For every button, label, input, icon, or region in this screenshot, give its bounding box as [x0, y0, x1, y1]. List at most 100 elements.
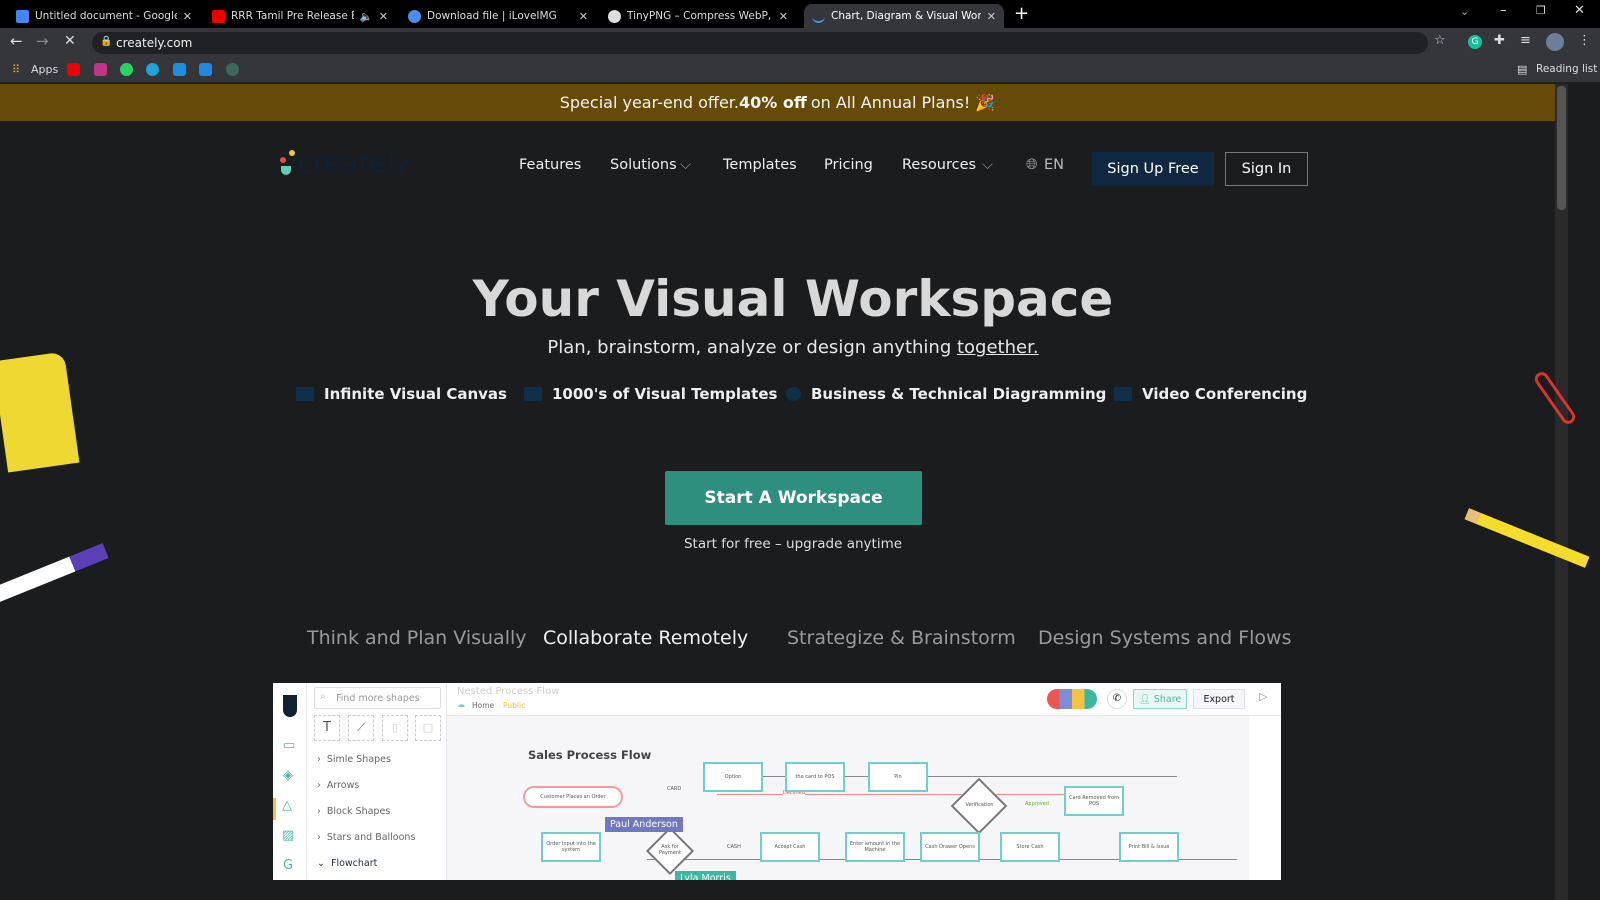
y-bookmark-icon[interactable] [199, 63, 212, 76]
browser-tab-active[interactable]: Chart, Diagram & Visual Workspa✕ [804, 4, 1004, 28]
nav-templates[interactable]: Templates [723, 157, 797, 173]
node-print-bill[interactable]: Print Bill & Issue [1119, 832, 1179, 862]
nav-solutions[interactable]: Solutions [610, 157, 677, 173]
sign-in-button[interactable]: Sign In [1225, 152, 1308, 186]
instagram-bookmark-icon[interactable] [94, 63, 107, 76]
browser-tab[interactable]: Untitled document - Google Doc✕ [8, 4, 200, 28]
node-pin[interactable]: Pin [868, 762, 928, 792]
present-icon[interactable]: ▷ [1259, 690, 1267, 703]
layers-icon[interactable]: ◈ [283, 768, 293, 783]
tab-design-systems[interactable]: Design Systems and Flows [1038, 627, 1292, 649]
export-button[interactable]: Export [1193, 689, 1245, 709]
breadcrumb-home[interactable]: Home [472, 701, 494, 710]
reading-list-button[interactable]: Reading list [1536, 63, 1597, 75]
nav-features[interactable]: Features [519, 157, 581, 173]
close-icon[interactable]: ✕ [987, 10, 996, 23]
menu-icon[interactable]: ⋮ [1578, 33, 1591, 48]
node-card-removed[interactable]: Card Removed from POS [1064, 786, 1124, 816]
node-store-cash[interactable]: Store Cash [1000, 832, 1060, 862]
shapes-icon[interactable]: △ [282, 798, 292, 813]
new-tab-button[interactable]: + [1014, 3, 1029, 24]
image-icon[interactable]: ▨ [282, 828, 294, 843]
start-workspace-button[interactable]: Start A Workspace [665, 471, 922, 525]
library-stars-balloons[interactable]: › Stars and Balloons [317, 832, 415, 843]
grammarly-app-icon[interactable]: G [283, 858, 293, 873]
library-simple-shapes[interactable]: › Simle Shapes [317, 754, 391, 765]
creately-logo-icon[interactable] [280, 150, 296, 180]
library-block-shapes[interactable]: › Block Shapes [317, 806, 390, 817]
creately-logo-text[interactable]: creately [298, 146, 411, 179]
back-icon[interactable]: ← [10, 32, 23, 50]
node-enter-amount[interactable]: Enter amount in the Machine [845, 832, 905, 862]
document-title[interactable]: Nested Process Flow [457, 686, 559, 697]
close-icon[interactable]: ✕ [579, 10, 588, 23]
browser-tab[interactable]: RRR Tamil Pre Release Event🔈✕ [204, 4, 396, 28]
tab-think-plan[interactable]: Think and Plan Visually [307, 627, 527, 649]
close-icon[interactable]: ✕ [779, 10, 788, 23]
library-arrows[interactable]: › Arrows [317, 780, 359, 791]
node-start[interactable]: Customer Places an Order [523, 786, 623, 808]
gear-icon [786, 387, 801, 401]
scrollbar-thumb[interactable] [1557, 86, 1566, 210]
tab-strategize[interactable]: Strategize & Brainstorm [787, 627, 1016, 649]
video-icon [1114, 387, 1132, 401]
android-bookmark-icon[interactable] [226, 63, 239, 76]
grammarly-icon[interactable]: G [1468, 35, 1482, 49]
text-tool[interactable]: T [314, 715, 340, 741]
hero-subtitle: Plan, brainstorm, analyze or design anyt… [547, 337, 1039, 358]
node-ask-payment[interactable]: Ask for Payment [653, 844, 687, 856]
restore-button[interactable]: ❐ [1536, 4, 1546, 17]
feature-item: Business & Technical Diagramming [786, 385, 1106, 403]
speaker-icon[interactable]: 🔈 [360, 10, 373, 23]
nav-pricing[interactable]: Pricing [824, 157, 873, 173]
star-icon[interactable]: ☆ [1434, 33, 1446, 48]
extensions-icon[interactable]: ✚ [1494, 33, 1505, 48]
tinypng-icon [608, 9, 621, 23]
together-link[interactable]: together. [957, 337, 1039, 358]
stop-icon[interactable]: ✕ [64, 33, 76, 49]
play-bookmark-icon[interactable] [146, 63, 159, 76]
node-cash-drawer[interactable]: Cash Drawer Opens [920, 832, 980, 862]
node-card-pos[interactable]: the card to POS [785, 762, 845, 792]
node-accept-cash[interactable]: Accept Cash [760, 832, 820, 862]
google-docs-icon [16, 9, 29, 23]
bookmark-apps[interactable]: Apps [31, 63, 58, 76]
close-icon[interactable]: ✕ [183, 10, 192, 23]
rectangle-tool[interactable]: □ [415, 715, 441, 741]
tab-search-icon[interactable]: ⌄ [1460, 5, 1469, 18]
node-option[interactable]: Option [703, 762, 763, 792]
shape-search-input[interactable]: ⌕ Find more shapes [314, 687, 441, 709]
reading-list-icon[interactable]: ▤ [1517, 63, 1527, 76]
address-bar[interactable]: 🔒 creately.com [92, 32, 1428, 54]
collaborator-avatars[interactable] [1047, 689, 1097, 709]
tab-collaborate-active[interactable]: Collaborate Remotely [543, 627, 748, 649]
is-bookmark-icon[interactable] [173, 63, 186, 76]
profile-avatar[interactable] [1546, 33, 1564, 51]
breadcrumb-public[interactable]: Public [503, 701, 525, 710]
media-icon[interactable]: ≡ [1520, 33, 1531, 48]
node-order-input[interactable]: Order input into the system [541, 832, 601, 862]
nav-resources[interactable]: Resources [902, 157, 976, 173]
promo-banner[interactable]: Special year-end offer. 40% off on All A… [0, 84, 1555, 121]
node-verification[interactable]: Verification [962, 802, 997, 808]
close-window-button[interactable]: ✕ [1574, 3, 1585, 18]
templates-icon [524, 387, 542, 401]
close-icon[interactable]: ✕ [379, 10, 388, 23]
whatsapp-bookmark-icon[interactable] [120, 63, 133, 76]
cta-note: Start for free – upgrade anytime [683, 536, 903, 552]
share-button[interactable]: 👤︎ Share [1133, 689, 1187, 709]
forward-icon[interactable]: → [36, 32, 49, 50]
sign-up-button[interactable]: Sign Up Free [1092, 152, 1214, 186]
call-button[interactable]: ✆ [1107, 689, 1127, 709]
note-tool[interactable]: ▯ [382, 715, 408, 741]
folder-icon[interactable]: ▭ [283, 738, 295, 753]
language-selector[interactable]: EN [1044, 157, 1064, 173]
library-flowchart[interactable]: ⌄ Flowchart [317, 858, 377, 869]
diagram-canvas[interactable]: Sales Process Flow Declined Customer Pla… [447, 716, 1249, 880]
browser-tab[interactable]: Download file | iLoveIMG ✕ [400, 4, 596, 28]
browser-tab[interactable]: TinyPNG – Compress WebP, PNG✕ [600, 4, 796, 28]
youtube-bookmark-icon[interactable] [67, 63, 80, 76]
connector-tool[interactable]: ⟋ [348, 715, 374, 741]
cloud-icon: ☁ [457, 700, 465, 709]
minimize-button[interactable]: – [1500, 3, 1507, 18]
